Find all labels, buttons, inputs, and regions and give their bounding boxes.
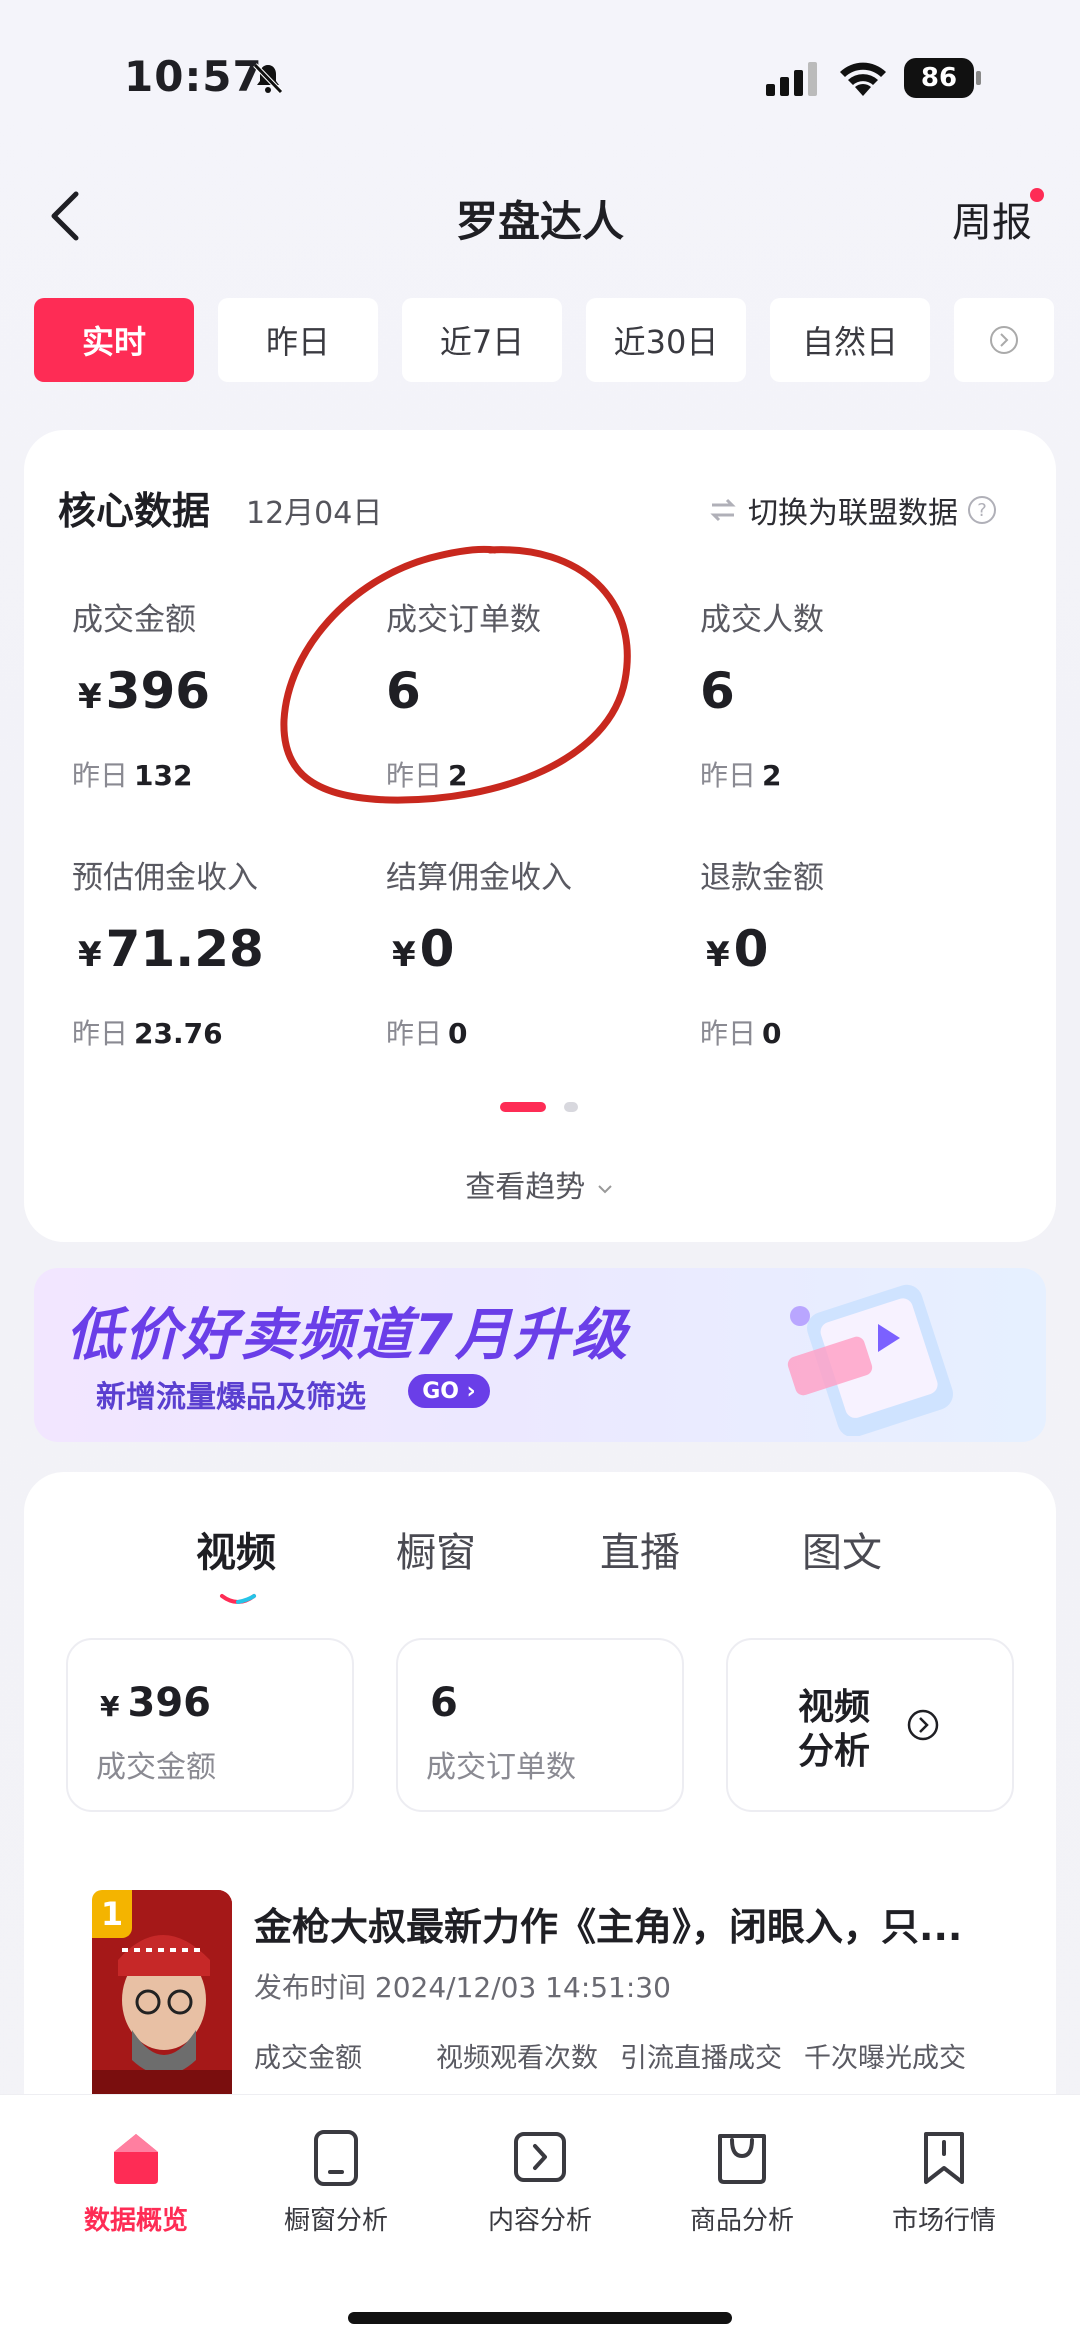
summary-gmv-value: 396 [127, 1680, 211, 1726]
banner-subtitle: 新增流量爆品及筛选 [96, 1380, 366, 1415]
bookmark-icon [924, 2132, 964, 2184]
weekly-report-button[interactable]: 周报 [952, 190, 1032, 248]
summary-gmv-box: ¥396 成交金额 [66, 1638, 354, 1812]
metric-yesterday-settled-commission: 昨日 0 [386, 1017, 468, 1050]
banner-go-button[interactable]: GO › [408, 1374, 490, 1408]
metric-yesterday-refund: 昨日 0 [700, 1017, 782, 1050]
house-icon [114, 2134, 158, 2184]
tablet-icon [314, 2130, 358, 2186]
nav-data-overview[interactable]: 数据概览 [56, 2126, 216, 2237]
nav-showcase-analysis-label: 橱窗分析 [283, 2206, 388, 2236]
core-data-date: 12月04日 [246, 496, 383, 531]
wifi-icon [840, 62, 886, 96]
shopping-bag-icon [718, 2134, 766, 2184]
active-tab-indicator [220, 1594, 256, 1604]
video-metric-label-cpm-gmv: 千次曝光成交 [804, 2043, 966, 2074]
nav-product-analysis-label: 商品分析 [689, 2206, 794, 2236]
metric-label-refund: 退款金额 [700, 860, 824, 896]
rank-badge: 1 [92, 1890, 132, 1938]
nav-product-analysis[interactable]: 商品分析 [662, 2126, 822, 2237]
carousel-indicator [500, 1102, 580, 1114]
tab-showcase[interactable]: 橱窗 [396, 1520, 476, 1578]
phone-illustration-icon [787, 1284, 953, 1436]
metric-yesterday-gmv: 昨日 132 [72, 759, 193, 792]
nav-showcase-analysis[interactable]: 橱窗分析 [256, 2126, 416, 2237]
metric-value-gmv: ¥396 [78, 662, 211, 720]
nav-data-overview-label: 数据概览 [83, 2206, 188, 2236]
page-title: 罗盘达人 [455, 197, 624, 246]
home-indicator[interactable] [348, 2312, 732, 2324]
tab-yesterday[interactable]: 昨日 [218, 298, 378, 382]
nav-market-trends[interactable]: 市场行情 [864, 2126, 1024, 2237]
video-metric-label-views: 视频观看次数 [436, 2043, 598, 2074]
chevron-down-icon [598, 1185, 612, 1194]
view-trend-link[interactable]: 查看趋势 [0, 1162, 1080, 1206]
nav-content-analysis-label: 内容分析 [487, 2206, 592, 2236]
view-trend-label: 查看趋势 [465, 1170, 586, 1205]
video-metric-label-live-traffic: 引流直播成交 [620, 2043, 782, 2074]
red-circle-annotation [280, 545, 631, 804]
tab-30days[interactable]: 近30日 [586, 298, 746, 382]
video-analysis-label: 视频分析 [798, 1687, 871, 1772]
tab-image-text[interactable]: 图文 [802, 1520, 882, 1578]
metric-label-est-commission: 预估佣金收入 [72, 860, 258, 896]
tab-natural-day[interactable]: 自然日 [770, 298, 930, 382]
tab-live[interactable]: 直播 [600, 1520, 680, 1578]
metric-value-refund: ¥0 [706, 920, 769, 978]
summary-gmv-label: 成交金额 [96, 1750, 216, 1785]
nav-content-analysis[interactable]: 内容分析 [460, 2126, 620, 2237]
banner-title: 低价好卖频道7月升级 [66, 1303, 629, 1368]
chevron-right-circle-icon [990, 326, 1018, 354]
metric-value-buyers: 6 [700, 662, 735, 720]
swap-icon [710, 498, 736, 522]
switch-alliance-label: 切换为联盟数据 [748, 496, 958, 531]
status-time: 10:57 [124, 52, 263, 101]
video-analysis-button[interactable]: 视频分析 [726, 1638, 1014, 1812]
cellular-signal-icon [766, 62, 817, 96]
switch-alliance-data-link[interactable]: 切换为联盟数据 ? [708, 488, 996, 532]
video-title: 金枪大叔最新力作《主角》，闭眼入，只... [254, 1905, 963, 1949]
bell-muted-icon [253, 63, 283, 94]
summary-orders-box: 6 成交订单数 [396, 1638, 684, 1812]
video-metric-label-gmv: 成交金额 [254, 2043, 362, 2074]
metric-value-est-commission: ¥71.28 [78, 920, 264, 978]
help-icon[interactable]: ? [968, 496, 996, 524]
summary-orders-label: 成交订单数 [426, 1750, 576, 1785]
metric-label-settled-commission: 结算佣金收入 [386, 860, 572, 896]
metric-yesterday-buyers: 昨日 2 [700, 759, 782, 792]
metric-label-gmv: 成交金额 [72, 602, 196, 638]
nav-market-trends-label: 市场行情 [891, 2206, 996, 2236]
battery-level: 86 [904, 58, 974, 98]
core-data-title: 核心数据 [58, 489, 211, 533]
video-publish-time: 发布时间 2024/12/03 14:51:30 [254, 1971, 671, 2004]
metric-label-buyers: 成交人数 [700, 602, 824, 638]
tab-realtime[interactable]: 实时 [34, 298, 194, 382]
notification-dot [1030, 188, 1044, 202]
chevron-right-circle-icon [907, 1709, 939, 1741]
tab-video[interactable]: 视频 [196, 1520, 276, 1578]
play-square-icon [514, 2132, 566, 2182]
tab-7days[interactable]: 近7日 [402, 298, 562, 382]
battery-icon: 86 [904, 58, 982, 98]
metric-value-settled-commission: ¥0 [392, 920, 455, 978]
more-tabs-button[interactable] [954, 298, 1054, 382]
metric-yesterday-est-commission: 昨日 23.76 [72, 1017, 223, 1050]
summary-orders-value: 6 [430, 1680, 458, 1726]
